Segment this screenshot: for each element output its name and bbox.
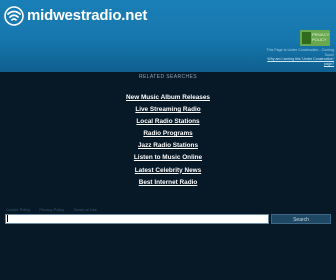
construction-notice: This Page Is Under Construction - Coming… — [258, 48, 334, 66]
privacy-badge-text: PRIVACY POLICY — [312, 32, 330, 42]
list-item: Local Radio Stations — [0, 110, 336, 125]
main-content: RELATED SEARCHES New Music Album Release… — [0, 72, 336, 280]
related-link-internet-radio[interactable]: Best Internet Radio — [139, 179, 198, 186]
list-item: Latest Celebrity News — [0, 159, 336, 174]
related-searches-heading: RELATED SEARCHES — [139, 74, 197, 80]
list-item: Radio Programs — [0, 122, 336, 137]
related-links-list: New Music Album Releases Live Streaming … — [0, 86, 336, 186]
list-item: Listen to Music Online — [0, 146, 336, 161]
list-item: New Music Album Releases — [0, 86, 336, 101]
site-name[interactable]: midwestradio.net — [27, 7, 147, 24]
construction-info-link[interactable]: Why am I seeing this 'Under Construction… — [258, 57, 334, 66]
list-item: Live Streaming Radio — [0, 98, 336, 113]
cookie-policy-link[interactable]: Cookie Policy — [6, 207, 30, 212]
header: midwestradio.net PRIVACY POLICY This Pag… — [0, 0, 336, 72]
search-input[interactable] — [5, 214, 269, 224]
wifi-signal-icon — [4, 6, 24, 26]
text-cursor — [7, 215, 8, 222]
construction-notice-text: This Page Is Under Construction - Coming… — [266, 48, 334, 57]
footer-links: Cookie Policy Privacy Policy Terms of Us… — [6, 207, 306, 212]
privacy-policy-link[interactable]: Privacy Policy — [39, 207, 64, 212]
terms-link[interactable]: Terms of Use — [73, 207, 97, 212]
search-button[interactable]: Search — [271, 214, 331, 224]
shield-icon — [302, 32, 311, 44]
search-row: Search — [5, 214, 331, 224]
privacy-policy-badge[interactable]: PRIVACY POLICY — [300, 30, 330, 46]
list-item: Jazz Radio Stations — [0, 134, 336, 149]
list-item: Best Internet Radio — [0, 171, 336, 186]
